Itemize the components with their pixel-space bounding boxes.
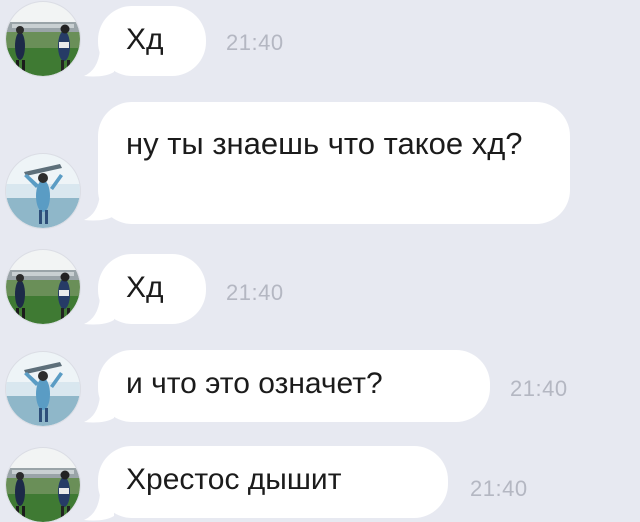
message-bubble[interactable]: Хд	[98, 6, 206, 76]
message-time: 21:40	[226, 30, 284, 55]
message-bubble[interactable]: и что это означет?	[98, 350, 490, 422]
message-text: ну ты знаешь что такое хд?	[126, 126, 523, 161]
user-b-avatar[interactable]	[6, 154, 80, 228]
message-row: и что это означет? 21:40	[0, 342, 640, 432]
message-text: Хд	[126, 23, 164, 56]
message-bubble[interactable]: ну ты знаешь что такое хд?	[98, 102, 570, 224]
user-a-avatar[interactable]	[6, 448, 80, 522]
message-time: 21:40	[510, 376, 568, 401]
message-row: Хд 21:40	[0, 244, 640, 334]
chat-history[interactable]: Хд 21:40 ну ты знаешь что такое хд? Хд 2…	[0, 0, 640, 520]
message-row: Хрестос дышит 21:40	[0, 440, 640, 520]
message-row: ну ты знаешь что такое хд?	[0, 96, 640, 232]
message-text: Хд	[126, 271, 164, 304]
message-time: 21:40	[226, 280, 284, 305]
message-bubble[interactable]: Хрестос дышит	[98, 446, 448, 518]
message-row: Хд 21:40	[0, 0, 640, 90]
message-time: 21:40	[470, 476, 528, 501]
user-b-avatar[interactable]	[6, 352, 80, 426]
user-a-avatar[interactable]	[6, 2, 80, 76]
user-a-avatar[interactable]	[6, 250, 80, 324]
message-text: и что это означет?	[126, 367, 383, 400]
message-text: Хрестос дышит	[126, 463, 342, 496]
message-bubble[interactable]: Хд	[98, 254, 206, 324]
